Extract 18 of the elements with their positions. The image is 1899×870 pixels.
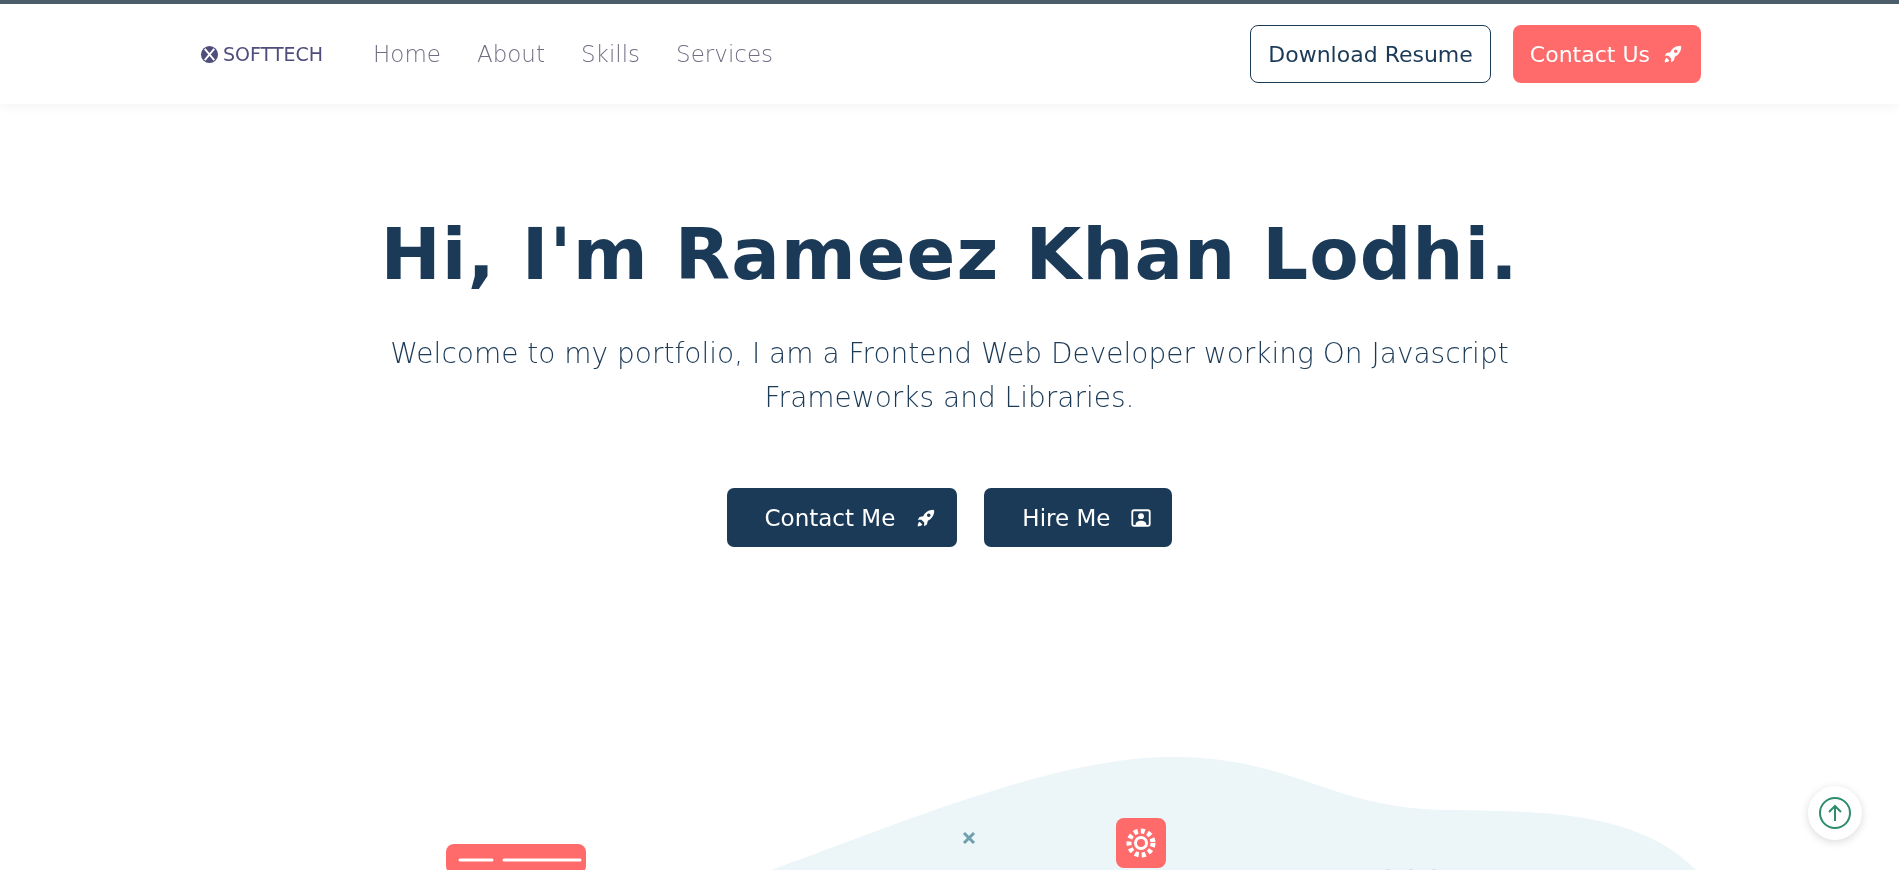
nav-link[interactable]: Home [373, 41, 441, 67]
hero-subtitle: Welcome to my portfolio, I am a Frontend Web Developer working On Javascript Frameworks and Libraries. [389, 336, 1510, 416]
download-button[interactable]: Download Resume [1250, 25, 1491, 83]
person-icon [1130, 506, 1153, 529]
nav-link[interactable]: Services [676, 41, 774, 67]
scroll-top-button[interactable] [1808, 786, 1862, 840]
contact-button[interactable]: Contact Us [1512, 25, 1701, 83]
hero-button[interactable]: Hire Me [984, 488, 1173, 547]
hero-title: Hi, I'm Rameez Khan Lodhi. [380, 212, 1519, 296]
arrow-up-icon [1818, 796, 1852, 830]
gear-icon [1116, 818, 1166, 868]
nav-link[interactable]: Skills [581, 41, 641, 67]
logo-icon [200, 44, 219, 64]
hero-button[interactable]: Contact Me [726, 488, 958, 547]
nav-link[interactable]: About [476, 41, 545, 67]
brand-name: SOFTTECH [223, 43, 324, 65]
cross-icon [962, 831, 976, 845]
rocket-icon [1662, 43, 1684, 65]
